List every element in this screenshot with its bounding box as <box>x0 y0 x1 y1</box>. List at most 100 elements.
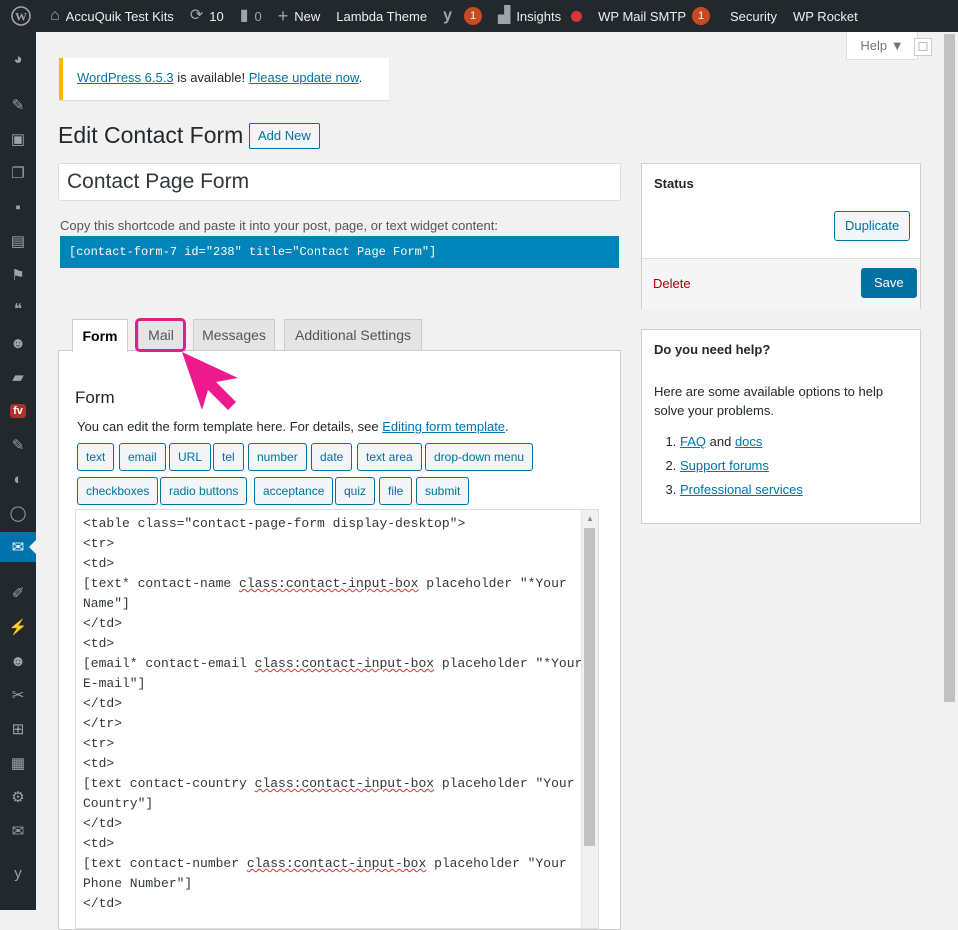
delete-link[interactable]: Delete <box>653 276 691 291</box>
tag-button-tel[interactable]: tel <box>213 443 244 471</box>
editor-line: <td> <box>83 636 115 651</box>
appearance-icon[interactable]: ✐ <box>0 578 36 608</box>
insights-label: Insights <box>516 8 562 24</box>
new-label: New <box>294 8 321 24</box>
desc-end: . <box>505 419 509 434</box>
faq-link[interactable]: FAQ <box>680 434 706 449</box>
tag-button-submit[interactable]: submit <box>416 477 470 505</box>
team-icon[interactable]: ☻ <box>0 328 36 358</box>
yoast-menu[interactable]: y 1 <box>435 0 490 32</box>
and-text: and <box>706 434 735 449</box>
tag-button-number[interactable]: number <box>248 443 307 471</box>
tools-icon[interactable]: ✂ <box>0 680 36 710</box>
plugins-icon[interactable]: ⚡ <box>0 612 36 642</box>
notice-text: is available! <box>173 70 249 85</box>
editor-line: Country"] <box>83 796 154 811</box>
admin-sidebar: ◕ ✎ ▣ ❐ ▪ ▤ ⚑ ❝ ☻ ▰ fv ✎ ◐ ◯ ✉ ✐ ⚡ ☻ ✂ ⊞… <box>0 32 36 910</box>
theme-link[interactable]: Lambda Theme <box>328 0 435 32</box>
testimonials-quote-icon[interactable]: ❝ <box>0 294 36 324</box>
docs-link[interactable]: docs <box>735 434 762 449</box>
page-scroll-thumb[interactable] <box>944 34 955 702</box>
pin-icon[interactable]: ✎ <box>0 430 36 460</box>
dashboard-icon[interactable]: ◕ <box>0 44 36 74</box>
comments-icon[interactable]: ▪ <box>0 192 36 222</box>
flag-icon[interactable]: ⚑ <box>0 260 36 290</box>
security-menu[interactable]: Security <box>718 0 785 32</box>
folder-icon[interactable]: ▰ <box>0 362 36 392</box>
settings-icon[interactable]: ⚙ <box>0 782 36 812</box>
mail-smtp-icon[interactable]: ✉ <box>0 816 36 846</box>
spellcheck-token: class:contact-input-box <box>254 656 435 671</box>
page-scrollbar[interactable] <box>941 32 958 910</box>
notice-end: . <box>358 70 363 85</box>
home-icon: ⌂ <box>50 7 60 24</box>
tab-additional-settings[interactable]: Additional Settings <box>284 319 422 351</box>
shortcode-label: Copy this shortcode and paste it into yo… <box>60 218 498 233</box>
tag-button-textarea[interactable]: text area <box>357 443 422 471</box>
editing-form-template-link[interactable]: Editing form template <box>382 419 505 434</box>
tag-button-email[interactable]: email <box>119 443 166 471</box>
add-new-button[interactable]: Add New <box>249 123 320 149</box>
support-forums-link[interactable]: Support forums <box>680 458 769 473</box>
portfolio-icon[interactable]: ◐ <box>0 464 36 494</box>
save-button[interactable]: Save <box>861 268 917 298</box>
editor-scroll-thumb[interactable] <box>584 528 595 846</box>
updates-link[interactable]: ⟳ 10 <box>182 0 232 32</box>
editor-line: <tr> <box>83 736 115 751</box>
tag-button-acceptance[interactable]: acceptance <box>254 477 334 505</box>
tag-button-checkboxes[interactable]: checkboxes <box>77 477 159 505</box>
site-name-label: AccuQuik Test Kits <box>65 8 174 24</box>
form-template-editor[interactable]: <table class="contact-page-form display-… <box>75 509 599 929</box>
contact-mail-icon[interactable]: ✉ <box>0 532 36 562</box>
professional-services-link[interactable]: Professional services <box>680 482 803 497</box>
editor-line: E-mail"] <box>83 676 146 691</box>
comments-link[interactable]: ▮ 0 <box>232 0 270 32</box>
pages-icon[interactable]: ❐ <box>0 158 36 188</box>
wordpress-logo-icon[interactable]: W <box>0 0 42 32</box>
tag-button-date[interactable]: date <box>311 443 353 471</box>
tag-button-file[interactable]: file <box>379 477 413 505</box>
slider-icon[interactable]: ▤ <box>0 226 36 256</box>
form-panel-heading: Form <box>75 388 115 407</box>
tag-button-url[interactable]: URL <box>169 443 212 471</box>
media-icon[interactable]: ▣ <box>0 124 36 154</box>
add-block-icon[interactable]: ⊞ <box>0 714 36 744</box>
tag-button-dropdown[interactable]: drop-down menu <box>425 443 534 471</box>
list-item: Support forums <box>680 454 803 478</box>
tab-messages[interactable]: Messages <box>193 319 275 351</box>
settings-table-icon[interactable]: ▦ <box>0 748 36 778</box>
status-title: Status <box>654 176 694 191</box>
editor-line: [text contact-number class:contact-input… <box>83 856 567 871</box>
updates-count: 10 <box>209 8 224 24</box>
users-icon[interactable]: ☻ <box>0 646 36 676</box>
editor-line: [text* contact-name class:contact-input-… <box>83 576 567 591</box>
editor-scrollbar[interactable]: ▲ <box>581 510 598 928</box>
tab-form-label: Form <box>82 327 118 344</box>
fv-plugin-icon[interactable]: fv <box>0 396 36 426</box>
shortcode-field[interactable]: [contact-form-7 id="238" title="Contact … <box>60 236 619 268</box>
tag-button-radio[interactable]: radio buttons <box>160 477 248 505</box>
avatar[interactable]: ☐ <box>914 38 932 56</box>
tag-button-text[interactable]: text <box>77 443 115 471</box>
new-content-link[interactable]: + New <box>270 0 329 32</box>
editor-line: Name"] <box>83 596 130 611</box>
insights-menu[interactable]: ▟ Insights <box>490 0 590 32</box>
site-name-link[interactable]: ⌂ AccuQuik Test Kits <box>42 0 182 32</box>
circle-icon[interactable]: ◯ <box>0 498 36 528</box>
form-title-input[interactable]: Contact Page Form <box>58 163 621 201</box>
scroll-up-arrow-icon[interactable]: ▲ <box>586 514 594 523</box>
editor-line: <td> <box>83 756 115 771</box>
help-toggle-button[interactable]: Help ▼ <box>846 32 918 60</box>
editor-line: <td> <box>83 556 115 571</box>
version-link[interactable]: WordPress 6.5.3 <box>77 70 174 85</box>
duplicate-button[interactable]: Duplicate <box>834 211 911 241</box>
editor-line: </td> <box>83 696 123 711</box>
tab-form[interactable]: Form <box>72 319 128 352</box>
posts-pin-icon[interactable]: ✎ <box>0 90 36 120</box>
desc-text: You can edit the form template here. For… <box>77 419 383 434</box>
rocket-menu[interactable]: WP Rocket <box>785 0 866 32</box>
tag-button-quiz[interactable]: quiz <box>335 477 376 505</box>
smtp-menu[interactable]: WP Mail SMTP 1 <box>590 0 718 32</box>
update-now-link[interactable]: Please update now <box>249 70 359 85</box>
yoast-icon[interactable]: y <box>0 858 36 888</box>
